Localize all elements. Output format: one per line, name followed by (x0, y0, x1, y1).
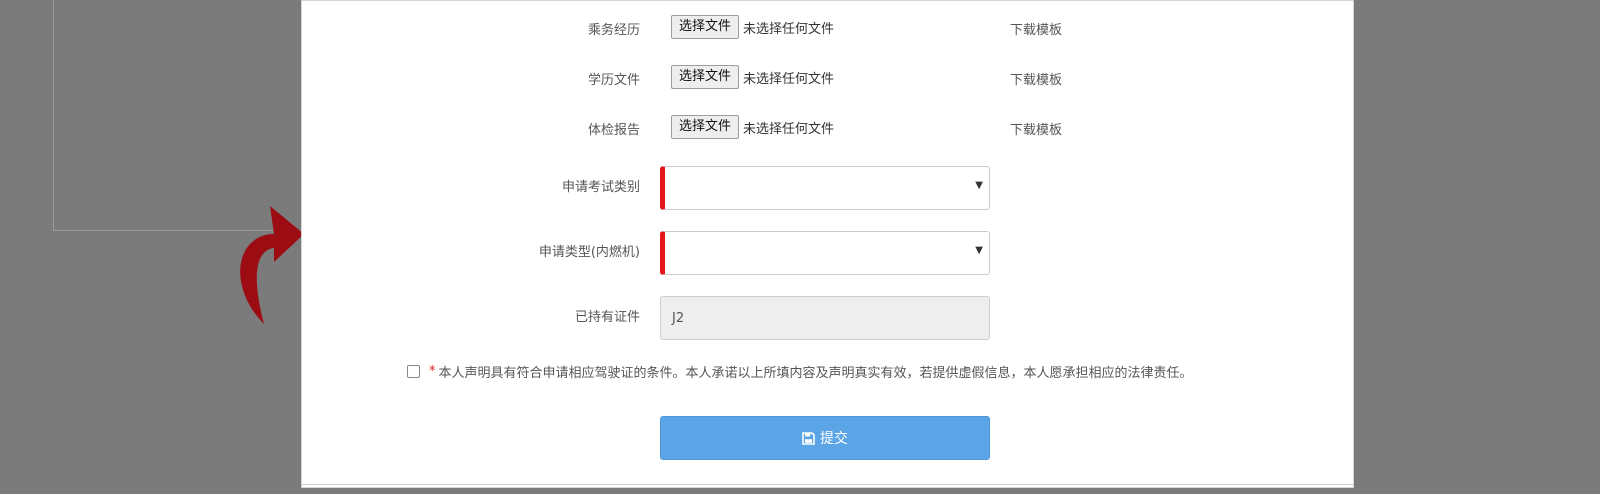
choose-file-button[interactable]: 选择文件 (671, 115, 740, 139)
agreement-checkbox[interactable] (407, 365, 420, 378)
caret-down-icon: ▼ (975, 245, 983, 256)
caret-down-icon: ▼ (975, 180, 983, 191)
background-frame (53, 0, 313, 231)
apply-type-select[interactable]: ▼ (660, 231, 990, 275)
choose-file-button[interactable]: 选择文件 (671, 15, 740, 39)
required-star: * (429, 364, 436, 379)
file-status: 未选择任何文件 (743, 121, 835, 137)
label-held-cert: 已持有证件 (574, 310, 640, 325)
label-apply-type: 申请类型(内燃机) (538, 245, 640, 260)
choose-file-button[interactable]: 选择文件 (671, 65, 740, 89)
label-education-file: 学历文件 (587, 73, 640, 88)
file-input-crew-experience[interactable]: 选择文件 未选择任何文件 (671, 15, 834, 39)
label-exam-category: 申请考试类别 (561, 180, 640, 195)
download-template-link[interactable]: 下载模板 (1010, 69, 1062, 88)
agreement-row: * 本人声明具有符合申请相应驾驶证的条件。本人承诺以上所填内容及声明真实有效，若… (407, 362, 1193, 381)
label-medical-report: 体检报告 (587, 123, 640, 138)
file-input-education[interactable]: 选择文件 未选择任何文件 (671, 65, 834, 89)
agreement-text: 本人声明具有符合申请相应驾驶证的条件。本人承诺以上所填内容及声明真实有效，若提供… (438, 366, 1193, 381)
download-template-link[interactable]: 下载模板 (1010, 19, 1062, 38)
file-status: 未选择任何文件 (743, 71, 835, 87)
red-arrow-icon (240, 206, 304, 324)
label-crew-experience: 乘务经历 (587, 23, 640, 38)
file-input-medical-report[interactable]: 选择文件 未选择任何文件 (671, 115, 834, 139)
panel-divider (301, 484, 1354, 485)
file-status: 未选择任何文件 (743, 21, 835, 37)
download-template-link[interactable]: 下载模板 (1010, 119, 1062, 138)
submit-button[interactable]: 提交 (660, 416, 990, 460)
exam-category-select[interactable]: ▼ (660, 166, 990, 210)
save-icon (802, 431, 815, 445)
held-cert-field: J2 (660, 296, 990, 340)
submit-label: 提交 (820, 431, 848, 447)
